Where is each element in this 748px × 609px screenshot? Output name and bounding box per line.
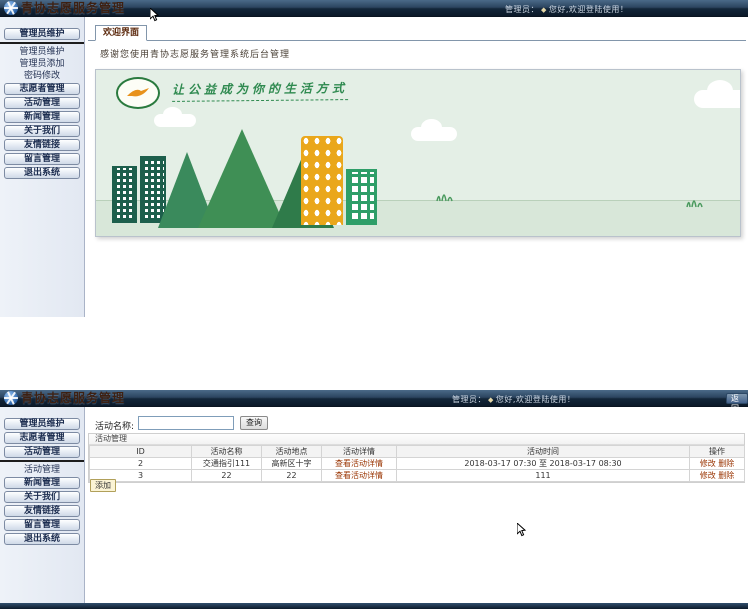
banner-ellipse-logo-icon [116, 77, 160, 109]
sidebar-item-friendly-links[interactable]: 友情链接 [4, 139, 80, 151]
greeting-bullet-icon: ◆ [488, 396, 494, 404]
footer-bar [0, 603, 748, 609]
sidebar-sub-admin-maintain[interactable]: 管理员维护 [0, 46, 84, 58]
sidebar-item-volunteer-management[interactable]: 志愿者管理 [4, 432, 80, 444]
col-header-id: ID [90, 446, 192, 458]
sidebar-item-logout[interactable]: 退出系统 [4, 533, 80, 545]
sidebar-item-admin-maintenance[interactable]: 管理员维护 [4, 418, 80, 430]
mouse-cursor-icon [517, 523, 527, 537]
cloud-icon [154, 114, 196, 127]
cloud-icon [694, 90, 741, 108]
page: 青协志愿服务管理 管理员：◆您好,欢迎登陆使用！ 管理员维护 管理员维护 管理员… [0, 0, 748, 609]
delete-link[interactable]: 删除 [718, 471, 734, 480]
bottom-header-bar: 青协志愿服务管理 管理员：◆您好,欢迎登陆使用！ 返回 [0, 390, 748, 407]
cell-activity-time: 2018-03-17 07:30 至 2018-03-17 08:30 [397, 458, 690, 470]
cell-activity-name: 22 [192, 470, 262, 482]
yellow-building-icon [301, 136, 343, 225]
greeting-text: 您好,欢迎登陆使用！ [549, 5, 629, 14]
activity-name-search-input[interactable] [138, 416, 234, 430]
sidebar-item-message-management[interactable]: 留言管理 [4, 519, 80, 531]
greeting-bullet-icon: ◆ [541, 6, 547, 14]
cell-id: 2 [90, 458, 192, 470]
col-header-activity-detail: 活动详情 [322, 446, 397, 458]
col-header-operations: 操作 [690, 446, 745, 458]
top-header-bar: 青协志愿服务管理 管理员：◆您好,欢迎登陆使用！ [0, 0, 748, 17]
table-row: 2 交通指引111 高新区十字 查看活动详情 2018-03-17 07:30 … [90, 458, 745, 470]
sidebar-active-separator [0, 42, 84, 44]
sidebar-sub-admin-add[interactable]: 管理员添加 [0, 58, 84, 70]
table-header-row: ID 活动名称 活动地点 活动详情 活动时间 操作 [90, 446, 745, 458]
sidebar-item-activity-management[interactable]: 活动管理 [4, 446, 80, 458]
col-header-activity-name: 活动名称 [192, 446, 262, 458]
tab-welcome[interactable]: 欢迎界面 [95, 25, 147, 41]
edit-link[interactable]: 修改 [700, 471, 716, 480]
edit-link[interactable]: 修改 [700, 459, 716, 468]
table-row: 3 22 22 查看活动详情 111 修改 删除 [90, 470, 745, 482]
sidebar-item-news-management[interactable]: 新闻管理 [4, 111, 80, 123]
app-logo-globe-icon [4, 391, 18, 405]
mouse-cursor-icon [150, 8, 160, 22]
sidebar-item-news-management[interactable]: 新闻管理 [4, 477, 80, 489]
back-button[interactable]: 返回 [726, 393, 748, 404]
cell-activity-detail: 查看活动详情 [322, 458, 397, 470]
admin-label: 管理员： [505, 5, 539, 14]
delete-link[interactable]: 删除 [718, 459, 734, 468]
cloud-icon [411, 127, 457, 141]
app-title: 青协志愿服务管理 [21, 390, 125, 407]
grass-tuft-icon [684, 194, 704, 208]
cell-activity-time: 111 [397, 470, 690, 482]
sidebar-sub-password-change[interactable]: 密码修改 [0, 70, 84, 82]
add-button[interactable]: 添加 [90, 479, 116, 492]
search-label: 活动名称: [95, 419, 134, 432]
tab-underline [88, 40, 746, 41]
orange-swoosh-icon [127, 88, 149, 96]
greeting-text: 您好,欢迎登陆使用！ [496, 395, 576, 404]
view-detail-link[interactable]: 查看活动详情 [335, 459, 383, 468]
sidebar-item-admin-maintenance[interactable]: 管理员维护 [4, 28, 80, 40]
col-header-activity-place: 活动地点 [262, 446, 322, 458]
sidebar-item-activity-management[interactable]: 活动管理 [4, 97, 80, 109]
banner-slogan: 让公益成为你的生活方式 [172, 79, 348, 102]
admin-greeting: 管理员：◆您好,欢迎登陆使用！ [505, 4, 628, 15]
sidebar-screen1: 管理员维护 管理员维护 管理员添加 密码修改 志愿者管理 活动管理 新闻管理 关… [0, 17, 85, 317]
welcome-banner-illustration: 让公益成为你的生活方式 [95, 69, 741, 237]
query-button[interactable]: 查询 [240, 416, 268, 430]
cell-activity-name: 交通指引111 [192, 458, 262, 470]
sidebar-screen2: 管理员维护 志愿者管理 活动管理 活动管理 新闻管理 关于我们 友情链接 留言管… [0, 407, 85, 603]
dark-building-icon [112, 166, 137, 223]
view-detail-link[interactable]: 查看活动详情 [335, 471, 383, 480]
sidebar-item-message-management[interactable]: 留言管理 [4, 153, 80, 165]
cell-operations: 修改 删除 [690, 458, 745, 470]
admin-label: 管理员： [452, 395, 486, 404]
activity-table-panel: 活动管理 ID 活动名称 活动地点 活动详情 活动时间 操作 2 交通指引111… [88, 433, 745, 483]
sidebar-item-about-us[interactable]: 关于我们 [4, 491, 80, 503]
cell-operations: 修改 删除 [690, 470, 745, 482]
app-title: 青协志愿服务管理 [21, 0, 125, 17]
sidebar-active-separator [0, 460, 84, 462]
sidebar-sub-activity-management[interactable]: 活动管理 [0, 464, 84, 476]
sidebar-item-about-us[interactable]: 关于我们 [4, 125, 80, 137]
cell-activity-detail: 查看活动详情 [322, 470, 397, 482]
admin-greeting: 管理员：◆您好,欢迎登陆使用！ [452, 394, 575, 405]
sidebar-item-logout[interactable]: 退出系统 [4, 167, 80, 179]
cell-activity-place: 高新区十字 [262, 458, 322, 470]
activity-table: ID 活动名称 活动地点 活动详情 活动时间 操作 2 交通指引111 高新区十… [89, 445, 745, 482]
app-logo-globe-icon [4, 1, 18, 15]
cell-activity-place: 22 [262, 470, 322, 482]
col-header-activity-time: 活动时间 [397, 446, 690, 458]
sidebar-item-friendly-links[interactable]: 友情链接 [4, 505, 80, 517]
sidebar-item-volunteer-management[interactable]: 志愿者管理 [4, 83, 80, 95]
green-building-icon [346, 169, 377, 225]
welcome-text: 感谢您使用青协志愿服务管理系统后台管理 [100, 47, 290, 60]
panel-title: 活动管理 [89, 434, 744, 445]
grass-tuft-icon [434, 188, 454, 202]
